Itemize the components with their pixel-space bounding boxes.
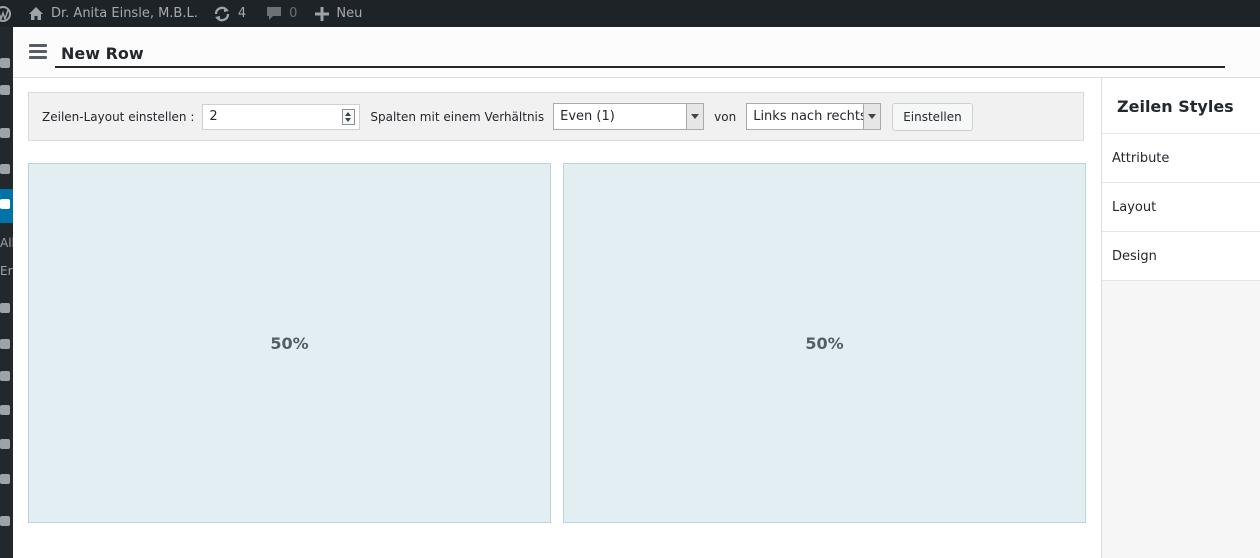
columns-count-input[interactable]: [203, 104, 340, 129]
row-columns: 50% 50%: [28, 163, 1086, 523]
site-name-link[interactable]: Dr. Anita Einsle, M.B.L.: [13, 0, 206, 27]
chevron-down-icon[interactable]: [686, 104, 704, 129]
columns-count-field[interactable]: [202, 103, 361, 130]
column-width-label: 50%: [270, 333, 309, 353]
apply-layout-button[interactable]: Einstellen: [892, 102, 973, 131]
ratio-select[interactable]: Even (1): [553, 103, 705, 130]
media-icon[interactable]: [0, 85, 13, 99]
site-name: Dr. Anita Einsle, M.B.L.: [51, 6, 198, 21]
row-builder: Zeilen-Layout einstellen : Spalten mit e…: [13, 78, 1101, 558]
updates-icon: [213, 6, 231, 22]
column-width-label: 50%: [805, 333, 844, 353]
chevron-down-icon[interactable]: [863, 104, 881, 129]
admin-bar: Dr. Anita Einsle, M.B.L. 4 0 Neu: [0, 0, 1260, 27]
comment-icon: [266, 6, 282, 21]
row-title-input[interactable]: [55, 40, 1225, 68]
sidebar-item-layout[interactable]: Layout: [1102, 183, 1260, 232]
menu-label-all[interactable]: Alle: [0, 236, 13, 250]
screen-icon[interactable]: [0, 474, 13, 488]
modal-header: [13, 27, 1260, 78]
ratio-label: Spalten mit einem Verhältnis: [370, 109, 545, 124]
sidebar-item-attribute[interactable]: Attribute: [1102, 134, 1260, 183]
users-icon[interactable]: [0, 371, 13, 385]
folder-icon[interactable]: [0, 339, 13, 353]
pages-icon[interactable]: [0, 199, 13, 213]
tools-icon[interactable]: [0, 516, 13, 530]
home-icon: [28, 6, 44, 21]
new-content-link[interactable]: Neu: [305, 0, 370, 27]
comments-menu-icon[interactable]: [0, 303, 13, 317]
number-spinner[interactable]: [342, 108, 356, 125]
direction-label: von: [714, 109, 737, 124]
direction-select[interactable]: Links nach rechts: [746, 103, 882, 130]
direction-selected-value: Links nach rechts: [753, 109, 867, 124]
new-label: Neu: [336, 6, 363, 21]
plugins-icon[interactable]: [0, 439, 13, 453]
column-cell[interactable]: 50%: [563, 163, 1086, 523]
sidebar-title: Zeilen Styles: [1102, 78, 1260, 134]
menu-icon[interactable]: [29, 44, 47, 60]
pin-icon[interactable]: [0, 128, 13, 142]
row-styles-sidebar: Zeilen Styles Attribute Layout Design: [1101, 78, 1260, 558]
menu-label-create[interactable]: Ers: [0, 264, 13, 278]
plus-icon: [315, 6, 330, 21]
updates-count: 4: [237, 6, 247, 21]
layout-toolbar: Zeilen-Layout einstellen : Spalten mit e…: [28, 92, 1084, 141]
admin-side-menu: Alle Ers: [0, 27, 13, 558]
music-icon[interactable]: [0, 164, 13, 178]
brush-icon[interactable]: [0, 405, 13, 419]
column-cell[interactable]: 50%: [28, 163, 551, 523]
comments-link[interactable]: 0: [254, 0, 305, 27]
layout-label: Zeilen-Layout einstellen :: [42, 109, 195, 124]
sidebar-item-design[interactable]: Design: [1102, 232, 1260, 281]
dashboard-icon[interactable]: [0, 58, 13, 72]
comments-count: 0: [289, 6, 298, 21]
ratio-selected-value: Even (1): [560, 109, 615, 124]
row-editor-modal: Zeilen-Layout einstellen : Spalten mit e…: [13, 27, 1260, 558]
updates-link[interactable]: 4: [206, 0, 254, 27]
wordpress-logo-icon[interactable]: [0, 0, 13, 27]
